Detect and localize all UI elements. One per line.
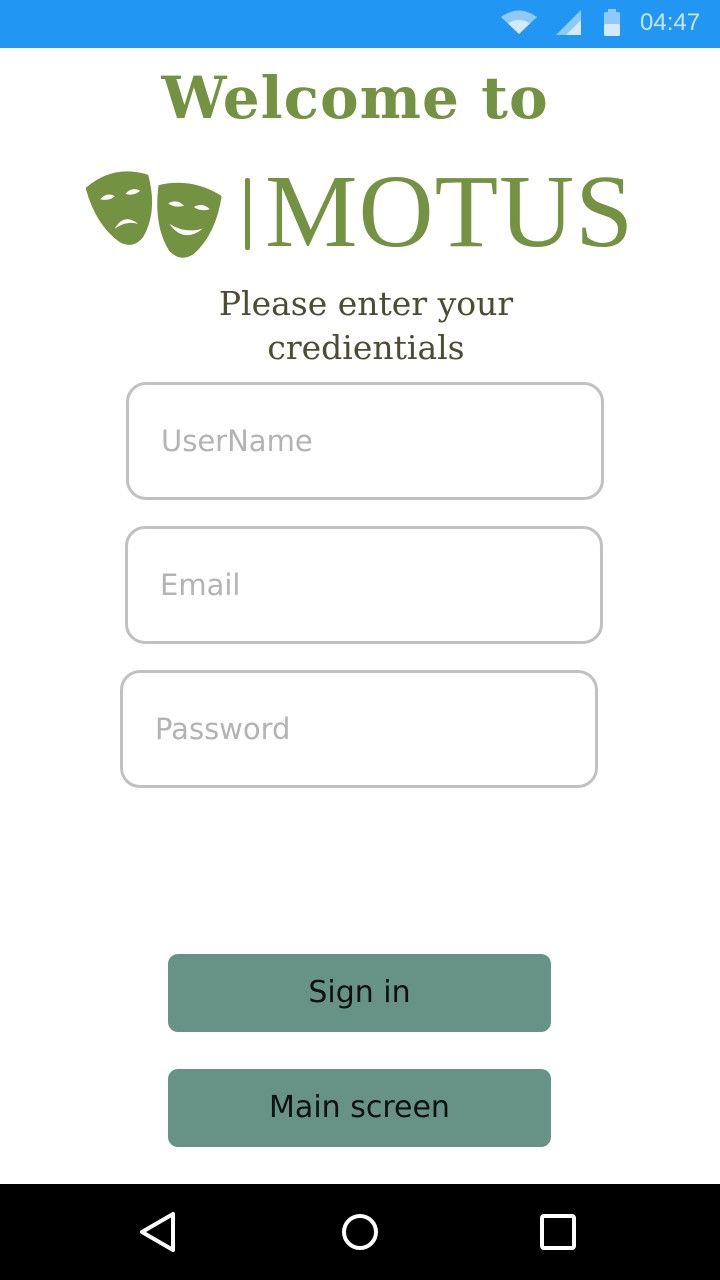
status-bar: 04:47: [0, 0, 720, 48]
instructions-text: Please enter your credientials: [218, 284, 514, 367]
battery-icon: [604, 9, 620, 36]
main-screen-button[interactable]: Main screen: [168, 1069, 551, 1147]
navigation-bar: [0, 1184, 720, 1280]
status-time: 04:47: [640, 9, 701, 36]
app-logo-text: MOTUS: [265, 154, 635, 269]
username-input[interactable]: [126, 382, 604, 500]
email-input[interactable]: [125, 526, 603, 644]
logo-divider: [245, 178, 250, 250]
recents-icon[interactable]: [536, 1210, 580, 1254]
back-icon[interactable]: [136, 1210, 180, 1254]
home-icon[interactable]: [338, 1210, 382, 1254]
sign-in-button[interactable]: Sign in: [168, 954, 551, 1032]
cell-signal-icon: [556, 10, 581, 35]
welcome-heading: Welcome to: [161, 64, 549, 132]
wifi-icon: [501, 10, 537, 34]
theater-masks-icon: [86, 171, 226, 262]
password-input[interactable]: [120, 670, 598, 788]
